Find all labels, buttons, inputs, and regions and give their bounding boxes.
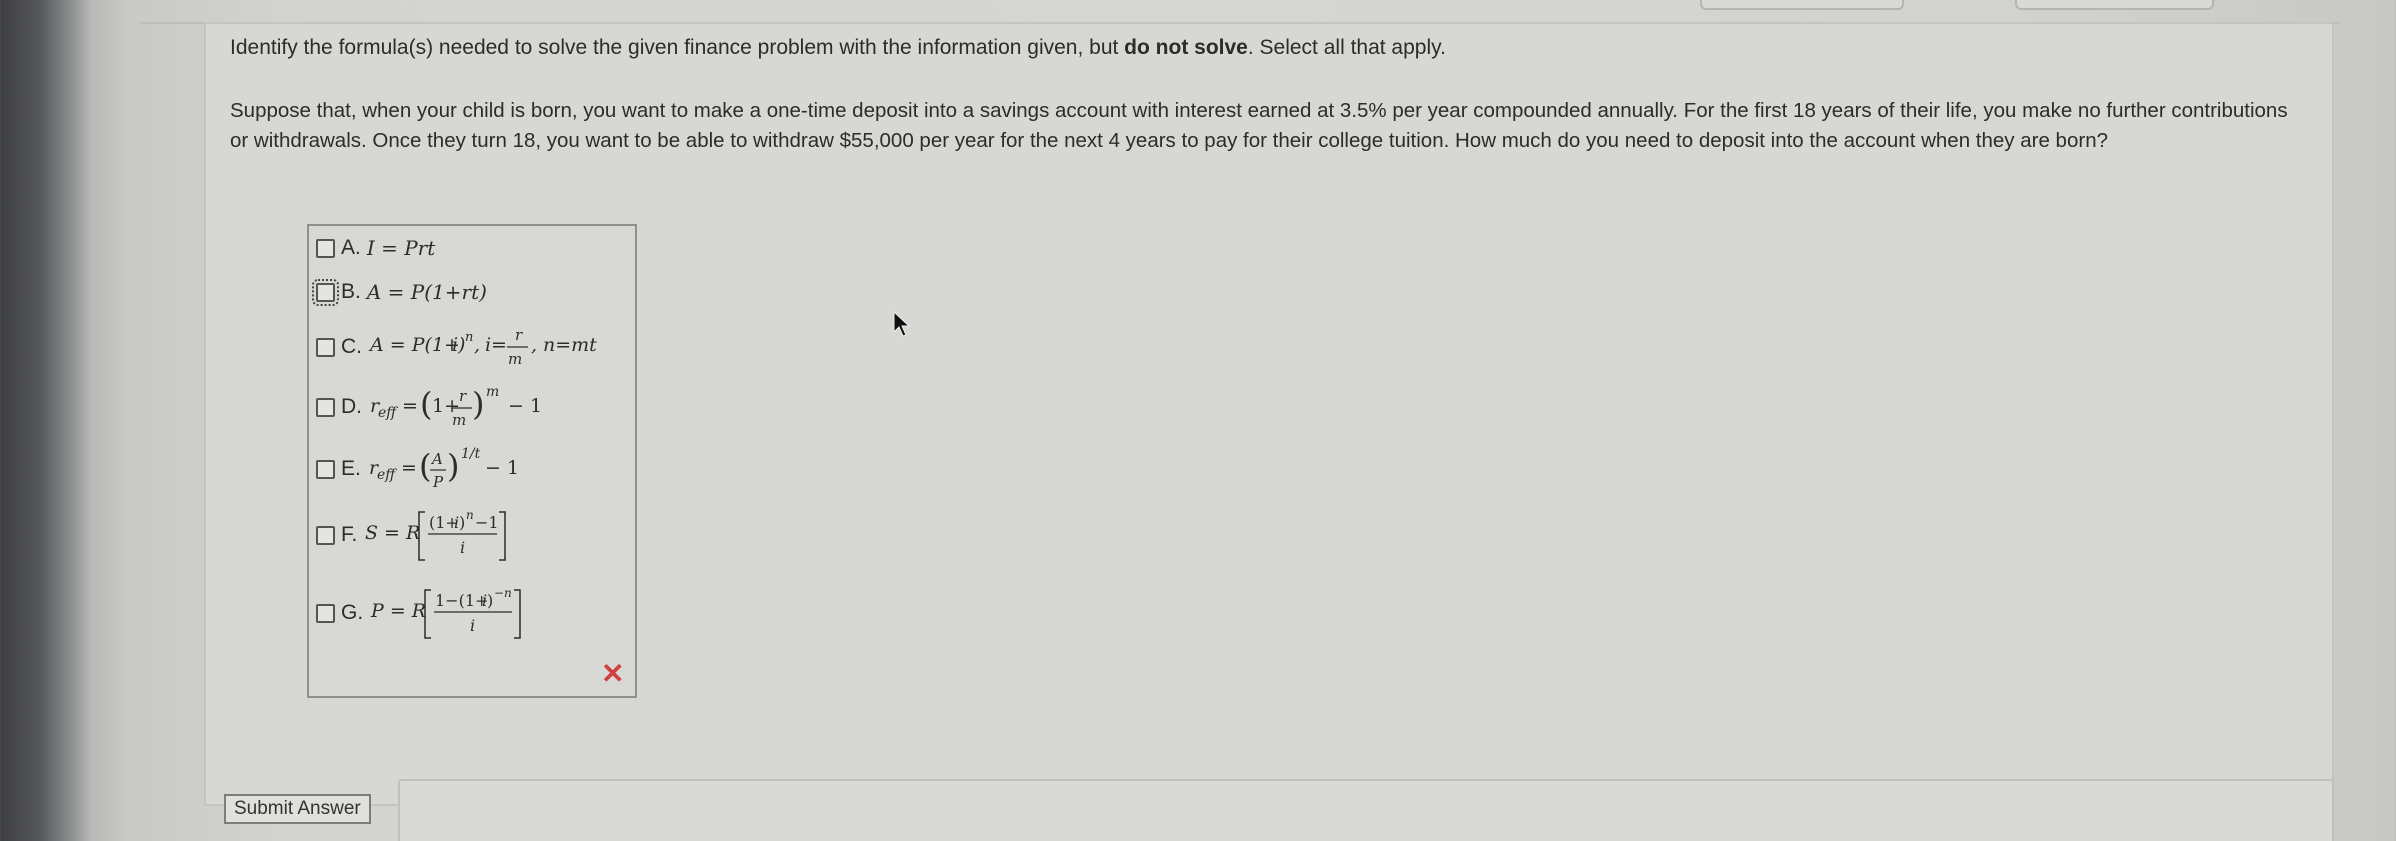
question-instruction: Identify the formula(s) needed to solve …	[230, 36, 1446, 60]
choice-d-checkbox[interactable]	[316, 397, 335, 417]
svg-text:=: =	[401, 457, 417, 479]
svg-text:eff: eff	[377, 467, 397, 483]
choice-c-checkbox[interactable]	[316, 337, 335, 357]
svg-text:1−(1+: 1−(1+	[435, 591, 488, 610]
choice-g[interactable]: G. P = R 1−(1+ i ) −n i	[316, 584, 569, 642]
submit-answer-button[interactable]: Submit Answer	[224, 794, 371, 824]
choice-f-formula: S = R (1+ i ) n −1 i	[365, 508, 507, 561]
svg-text:): )	[487, 591, 493, 610]
svg-text:−1: −1	[475, 513, 499, 532]
choice-a-letter: A.	[341, 236, 361, 259]
svg-text:1/t: 1/t	[461, 446, 481, 462]
top-tab-2[interactable]	[2015, 0, 2214, 10]
svg-text:P = R: P = R	[370, 600, 426, 622]
choice-b-letter: B.	[341, 280, 361, 303]
choice-b[interactable]: B. A = P(1+rt)	[312, 278, 487, 306]
svg-text:,: ,	[474, 334, 480, 356]
svg-text:i: i	[460, 538, 465, 557]
svg-text:(: (	[419, 447, 431, 485]
svg-text:(: (	[420, 385, 432, 423]
svg-text:=: =	[402, 395, 418, 417]
instruction-text: Identify the formula(s) needed to solve …	[230, 36, 1125, 59]
choice-d-formula: r eff = ( 1+ r m ) m − 1	[370, 384, 542, 429]
svg-text:m: m	[452, 411, 466, 429]
svg-text:): )	[447, 447, 459, 485]
svg-text:− 1: − 1	[485, 457, 519, 479]
choice-c-formula: A = P(1+ i ) n , i = r m , n=mt	[368, 328, 597, 368]
choice-c[interactable]: C. A = P(1+ i ) n , i = r m , n=mt	[316, 324, 638, 370]
svg-text:): )	[472, 385, 484, 423]
choice-b-formula: A = P(1+rt)	[366, 280, 487, 304]
answer-status-bar	[398, 779, 2334, 841]
choice-f-letter: F.	[341, 523, 358, 546]
choice-a-formula: I = Prt	[366, 236, 436, 260]
svg-text:,: ,	[531, 334, 537, 356]
svg-text:r: r	[515, 328, 523, 344]
instruction-bold-text: do not solve	[1124, 36, 1248, 59]
top-tab-1[interactable]	[1700, 0, 1904, 10]
choice-a[interactable]: A. I = Prt	[316, 236, 435, 260]
svg-text:i: i	[470, 616, 475, 635]
close-x-icon[interactable]: ✕	[601, 660, 624, 688]
choice-g-letter: G.	[341, 601, 364, 624]
choice-g-formula: P = R 1−(1+ i ) −n i	[370, 586, 521, 639]
choice-g-checkbox[interactable]	[316, 603, 335, 623]
svg-text:eff: eff	[378, 405, 398, 421]
problem-statement: Suppose that, when your child is born, y…	[230, 99, 2288, 152]
choice-c-letter: C.	[341, 335, 362, 358]
svg-text:A: A	[430, 450, 443, 468]
svg-text:S = R: S = R	[365, 522, 420, 544]
choice-e-letter: E.	[341, 457, 361, 480]
choice-f[interactable]: F. S = R (1+ i ) n −1 i	[316, 506, 553, 564]
svg-text:): )	[459, 513, 465, 532]
svg-text:m: m	[508, 350, 522, 368]
svg-text:A = P(1+: A = P(1+	[368, 334, 460, 356]
instruction-text-end: . Select all that apply.	[1247, 36, 1446, 59]
choice-b-checkbox[interactable]	[312, 278, 339, 306]
svg-text:n=mt: n=mt	[543, 334, 597, 356]
svg-text:n: n	[466, 508, 474, 522]
choice-e[interactable]: E. r eff = ( A P ) 1/t − 1	[316, 444, 557, 494]
choice-d-letter: D.	[341, 395, 362, 418]
svg-text:m: m	[486, 384, 499, 400]
choice-d[interactable]: D. r eff = ( 1+ r m ) m − 1	[316, 382, 558, 432]
choice-e-checkbox[interactable]	[316, 459, 335, 479]
svg-text:P: P	[432, 473, 444, 491]
choice-f-checkbox[interactable]	[316, 525, 335, 545]
svg-text:=: =	[491, 334, 507, 356]
svg-text:r: r	[459, 387, 467, 405]
svg-text:n: n	[465, 330, 473, 345]
choice-e-formula: r eff = ( A P ) 1/t − 1	[369, 446, 519, 491]
top-toolbar-strip	[140, 0, 2340, 24]
choice-a-checkbox[interactable]	[316, 238, 335, 258]
mouse-pointer-icon	[893, 310, 911, 337]
svg-text:− 1: − 1	[508, 395, 542, 417]
svg-text:−n: −n	[494, 586, 512, 600]
